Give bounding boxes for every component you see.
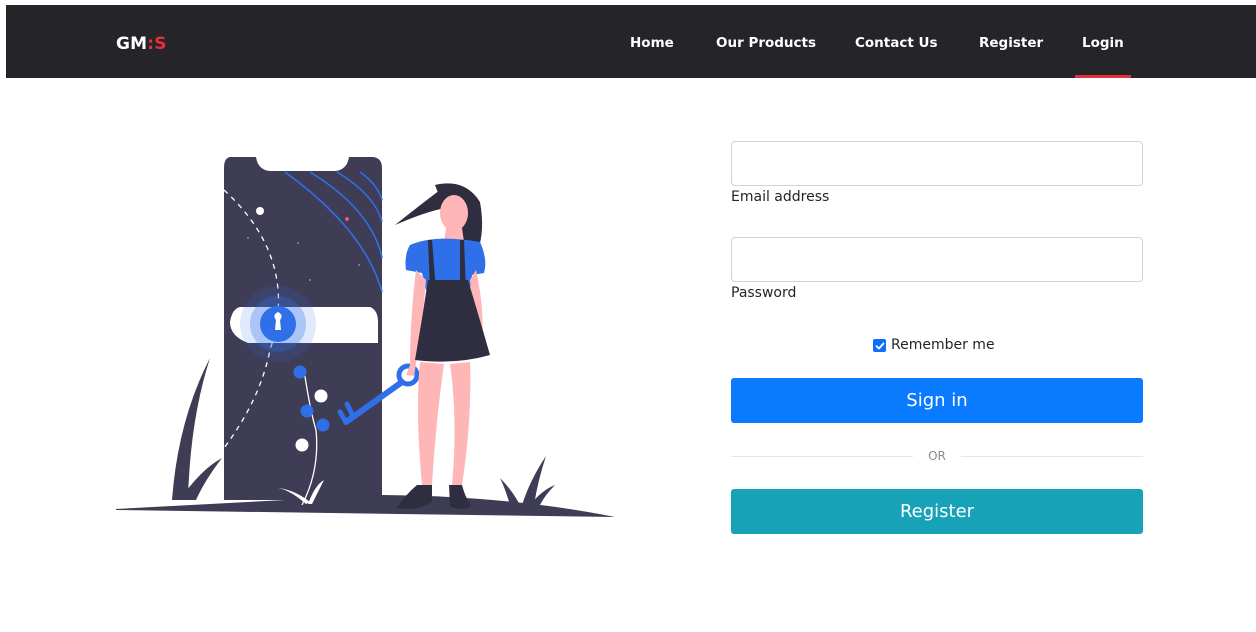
or-label: OR	[928, 449, 946, 463]
star	[358, 264, 360, 266]
sign-in-button[interactable]: Sign in	[731, 378, 1143, 423]
lock-phone-illustration	[116, 157, 615, 517]
woman-figure	[395, 183, 490, 510]
password-field[interactable]	[731, 237, 1143, 282]
remember-me-label: Remember me	[891, 337, 995, 353]
flower-dot	[314, 389, 328, 403]
nav-home[interactable]: Home	[630, 35, 674, 51]
nav-register[interactable]: Register	[979, 35, 1043, 51]
brand-logo[interactable]: GM:S	[116, 36, 167, 53]
brand-text: GM	[116, 34, 148, 54]
register-button[interactable]: Register	[731, 489, 1143, 534]
login-page: GM:S Home Our Products Contact Us Regist…	[0, 0, 1256, 632]
brand-accent: S	[154, 34, 167, 54]
email-field[interactable]	[731, 141, 1143, 186]
star	[345, 217, 349, 221]
password-input[interactable]	[732, 238, 1142, 281]
star	[309, 279, 311, 281]
check-icon	[875, 342, 884, 349]
top-navbar: GM:S Home Our Products Contact Us Regist…	[6, 5, 1256, 78]
flower-dot	[316, 418, 330, 432]
or-divider: OR	[731, 448, 1143, 464]
nav-our-products[interactable]: Our Products	[716, 35, 816, 51]
star	[256, 207, 264, 215]
email-input[interactable]	[732, 142, 1142, 185]
remember-me-checkbox[interactable]	[873, 339, 886, 352]
remember-me-row[interactable]: Remember me	[873, 337, 995, 354]
nav-contact-us[interactable]: Contact Us	[855, 35, 938, 51]
nav-login[interactable]: Login	[1082, 35, 1124, 51]
star	[297, 242, 299, 244]
password-label: Password	[731, 285, 797, 301]
star	[247, 237, 249, 239]
email-label: Email address	[731, 189, 830, 205]
nav-active-indicator	[1075, 75, 1131, 78]
flower-dot	[300, 404, 314, 418]
flower-dot	[293, 365, 307, 379]
flower-dot	[295, 438, 309, 452]
